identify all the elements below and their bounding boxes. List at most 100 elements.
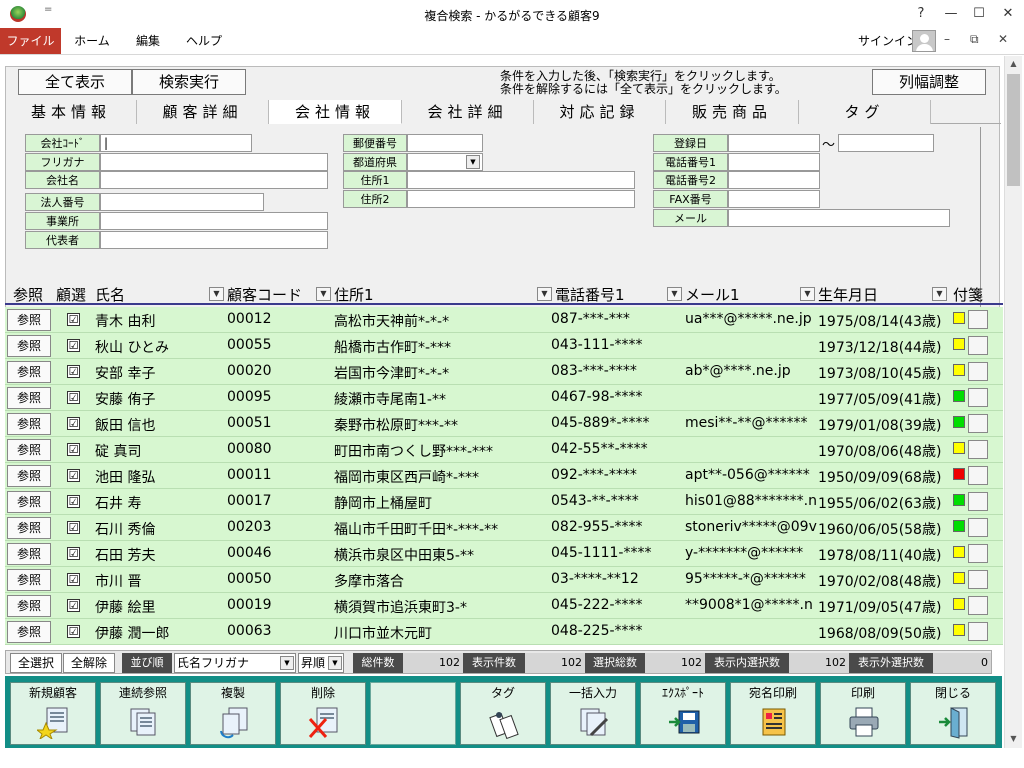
tab-tags[interactable]: タグ	[799, 100, 931, 124]
tag-edit-button[interactable]	[968, 596, 988, 615]
toolbar-button-delete[interactable]: 削除	[280, 682, 366, 745]
select-checkbox[interactable]: ☑	[67, 521, 80, 534]
menu-home[interactable]: ホーム	[70, 28, 114, 54]
table-row[interactable]: 参照 ☑ 石川 秀倫 00203 福山市千田町千田*-***-** 082-955-***…	[5, 515, 1003, 541]
tag-edit-button[interactable]	[968, 388, 988, 407]
toolbar-button-bulk-input[interactable]: 一括入力	[550, 682, 636, 745]
postal-input[interactable]	[407, 134, 483, 152]
signin-link[interactable]: サインイン	[858, 28, 918, 54]
table-row[interactable]: 参照 ☑ 安部 幸子 00020 岩国市今津町*-*-* 083-***-**** ab*@…	[5, 359, 1003, 385]
fax-input[interactable]	[728, 190, 820, 208]
reg-date-from-input[interactable]	[728, 134, 820, 152]
ref-button[interactable]: 参照	[7, 621, 51, 643]
sort-field-select[interactable]: 氏名フリガナ ▼	[174, 653, 296, 673]
tab-company-detail[interactable]: 会社詳細	[402, 100, 534, 124]
scroll-up-arrow-icon[interactable]: ▲	[1005, 56, 1022, 72]
toolbar-button-print[interactable]: 印刷	[820, 682, 906, 745]
toolbar-button-address-print[interactable]: 宛名印刷	[730, 682, 816, 745]
menu-help[interactable]: ヘルプ	[182, 28, 226, 54]
reg-date-to-input[interactable]	[838, 134, 934, 152]
col-header-code[interactable]: 顧客コード	[227, 284, 302, 305]
ref-button[interactable]: 参照	[7, 309, 51, 331]
help-button[interactable]: ?	[908, 3, 934, 25]
chevron-down-icon[interactable]: ▼	[280, 656, 294, 670]
tab-basic-info[interactable]: 基本情報	[6, 100, 137, 124]
select-checkbox[interactable]: ☑	[67, 313, 80, 326]
tag-edit-button[interactable]	[968, 310, 988, 329]
ref-button[interactable]: 参照	[7, 517, 51, 539]
toolbar-button-continuous-view[interactable]: 連続参照	[100, 682, 186, 745]
chevron-down-icon[interactable]: ▼	[537, 287, 552, 301]
select-checkbox[interactable]: ☑	[67, 417, 80, 430]
phone1-input[interactable]	[728, 153, 820, 171]
select-all-button[interactable]: 全選択	[10, 653, 62, 673]
select-checkbox[interactable]: ☑	[67, 339, 80, 352]
chevron-down-icon[interactable]: ▼	[209, 287, 224, 301]
col-header-birthdate[interactable]: 生年月日	[818, 284, 878, 305]
menu-edit[interactable]: 編集	[128, 28, 168, 54]
ref-button[interactable]: 参照	[7, 491, 51, 513]
table-row[interactable]: 参照 ☑ 安藤 侑子 00095 綾瀬市寺尾南1-** 0467-98-**** 1977/…	[5, 385, 1003, 411]
tag-edit-button[interactable]	[968, 362, 988, 381]
tag-edit-button[interactable]	[968, 440, 988, 459]
scroll-thumb[interactable]	[1007, 74, 1020, 186]
tag-edit-button[interactable]	[968, 544, 988, 563]
select-checkbox[interactable]: ☑	[67, 495, 80, 508]
tag-edit-button[interactable]	[968, 466, 988, 485]
toolbar-button-tag[interactable]: タグ	[460, 682, 546, 745]
vertical-scrollbar[interactable]: ▲ ▼	[1004, 56, 1022, 748]
chevron-down-icon[interactable]: ▼	[800, 287, 815, 301]
column-width-button[interactable]: 列幅調整	[872, 69, 986, 95]
menu-file[interactable]: ファイル	[0, 28, 61, 54]
address1-input[interactable]	[407, 171, 635, 189]
company-name-input[interactable]	[100, 171, 328, 189]
ref-button[interactable]: 参照	[7, 335, 51, 357]
ref-button[interactable]: 参照	[7, 387, 51, 409]
table-row[interactable]: 参照 ☑ 伊藤 絵里 00019 横須賀市追浜東町3-* 045-222-**** **90…	[5, 593, 1003, 619]
ref-button[interactable]: 参照	[7, 439, 51, 461]
ref-button[interactable]: 参照	[7, 465, 51, 487]
company-code-input[interactable]: |	[100, 134, 252, 152]
select-checkbox[interactable]: ☑	[67, 547, 80, 560]
chevron-down-icon[interactable]: ▼	[932, 287, 947, 301]
tab-contact-record[interactable]: 対応記録	[534, 100, 666, 124]
tag-edit-button[interactable]	[968, 414, 988, 433]
toolbar-button-new-customer[interactable]: 新規顧客	[10, 682, 96, 745]
user-avatar-icon[interactable]	[912, 30, 936, 52]
ref-button[interactable]: 参照	[7, 361, 51, 383]
tab-company-info[interactable]: 会社情報	[269, 100, 402, 124]
tag-edit-button[interactable]	[968, 622, 988, 641]
chevron-down-icon[interactable]: ▼	[466, 155, 480, 169]
maximize-button[interactable]: ☐	[966, 3, 992, 25]
tag-edit-button[interactable]	[968, 336, 988, 355]
corp-number-input[interactable]	[100, 193, 264, 211]
toolbar-button-export[interactable]: ｴｸｽﾎﾟｰﾄ	[640, 682, 726, 745]
tag-edit-button[interactable]	[968, 518, 988, 537]
minimize-button[interactable]: —	[938, 3, 964, 25]
phone2-input[interactable]	[728, 171, 820, 189]
ref-button[interactable]: 参照	[7, 595, 51, 617]
table-row[interactable]: 参照 ☑ 飯田 信也 00051 秦野市松原町***-** 045-889*-**** me…	[5, 411, 1003, 437]
select-checkbox[interactable]: ☑	[67, 443, 80, 456]
col-header-phone[interactable]: 電話番号1	[555, 284, 625, 305]
address2-input[interactable]	[407, 190, 635, 208]
chevron-down-icon[interactable]: ▼	[316, 287, 331, 301]
tag-edit-button[interactable]	[968, 492, 988, 511]
table-row[interactable]: 参照 ☑ 石田 芳夫 00046 横浜市泉区中田東5-** 045-1111-**** y-…	[5, 541, 1003, 567]
select-checkbox[interactable]: ☑	[67, 365, 80, 378]
table-row[interactable]: 参照 ☑ 伊藤 潤一郎 00063 川口市並木元町 048-225-**** 1968/08…	[5, 619, 1003, 645]
col-header-select[interactable]: 顧選	[56, 284, 86, 305]
search-execute-button[interactable]: 検索実行	[132, 69, 246, 95]
col-header-name[interactable]: 氏名	[95, 284, 125, 305]
toolbar-button-duplicate[interactable]: 複製	[190, 682, 276, 745]
toolbar-button-close-door[interactable]: 閉じる	[910, 682, 996, 745]
select-checkbox[interactable]: ☑	[67, 469, 80, 482]
ref-button[interactable]: 参照	[7, 543, 51, 565]
ribbon-minimize-button[interactable]: –	[944, 32, 950, 46]
table-row[interactable]: 参照 ☑ 石井 寿 00017 静岡市上桶屋町 0543-**-**** his01@88*…	[5, 489, 1003, 515]
table-row[interactable]: 参照 ☑ 秋山 ひとみ 00055 船橋市古作町*-*** 043-111-**** 197…	[5, 333, 1003, 359]
select-checkbox[interactable]: ☑	[67, 573, 80, 586]
tag-edit-button[interactable]	[968, 570, 988, 589]
chevron-down-icon[interactable]: ▼	[667, 287, 682, 301]
ref-button[interactable]: 参照	[7, 413, 51, 435]
